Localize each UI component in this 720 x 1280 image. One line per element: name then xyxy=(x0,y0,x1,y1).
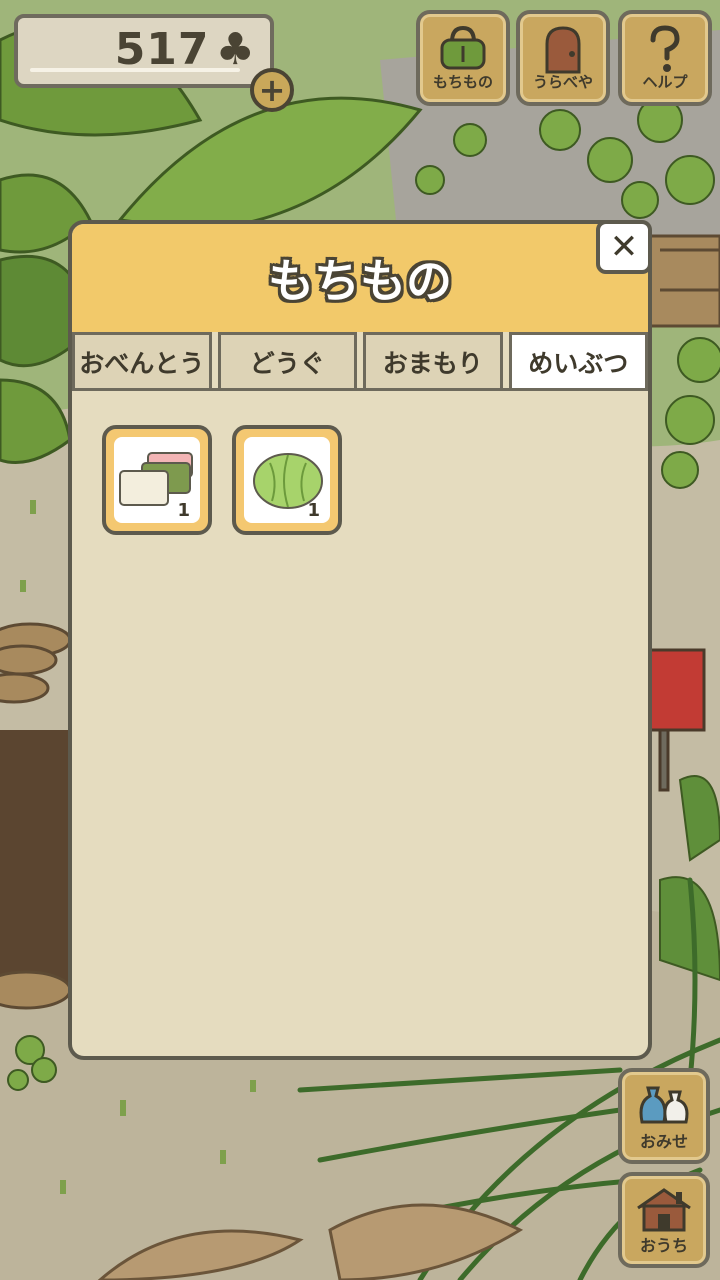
clover-bar xyxy=(30,68,240,72)
clover-counter: 517 ♣ xyxy=(14,14,274,88)
door-icon xyxy=(541,24,585,78)
inventory-button-label: もちもの xyxy=(432,73,493,91)
shop-button-label: おみせ xyxy=(639,1132,688,1151)
close-icon: ✕ xyxy=(609,227,639,267)
dialog-header: もちもの xyxy=(72,224,648,332)
item-quantity: 1 xyxy=(307,500,320,521)
inventory-button[interactable]: もちもの xyxy=(416,10,510,106)
dialog-title: もちもの xyxy=(268,254,452,308)
add-clover-button[interactable]: + xyxy=(250,68,294,112)
close-button[interactable]: ✕ xyxy=(596,220,652,274)
question-icon xyxy=(645,24,685,78)
inventory-tabs: おべんとう どうぐ おまもり めいぶつ xyxy=(72,332,648,391)
back-room-button-label: うらべや xyxy=(532,73,593,91)
shop-button[interactable]: おみせ xyxy=(618,1068,710,1164)
item-grid: 1 1 xyxy=(72,391,648,569)
home-button-label: おうち xyxy=(639,1236,688,1255)
tab-bento[interactable]: おべんとう xyxy=(72,332,212,388)
home-button[interactable]: おうち xyxy=(618,1172,710,1268)
item-slot-mochi[interactable]: 1 xyxy=(102,425,212,535)
tab-specialties[interactable]: めいぶつ xyxy=(508,332,648,388)
back-room-button[interactable]: うらべや xyxy=(516,10,610,106)
item-slot-cabbage[interactable]: 1 xyxy=(232,425,342,535)
help-button[interactable]: ヘルプ xyxy=(618,10,712,106)
house-icon xyxy=(636,1186,692,1236)
shop-bags-icon xyxy=(636,1082,692,1130)
tab-charms[interactable]: おまもり xyxy=(363,332,503,388)
plus-icon: + xyxy=(258,71,286,109)
item-quantity: 1 xyxy=(177,500,190,521)
inventory-dialog: もちもの おべんとう どうぐ おまもり めいぶつ 1 1 xyxy=(68,220,652,1060)
tab-tools[interactable]: どうぐ xyxy=(217,332,357,388)
bag-icon xyxy=(438,24,488,74)
help-button-label: ヘルプ xyxy=(642,73,688,91)
